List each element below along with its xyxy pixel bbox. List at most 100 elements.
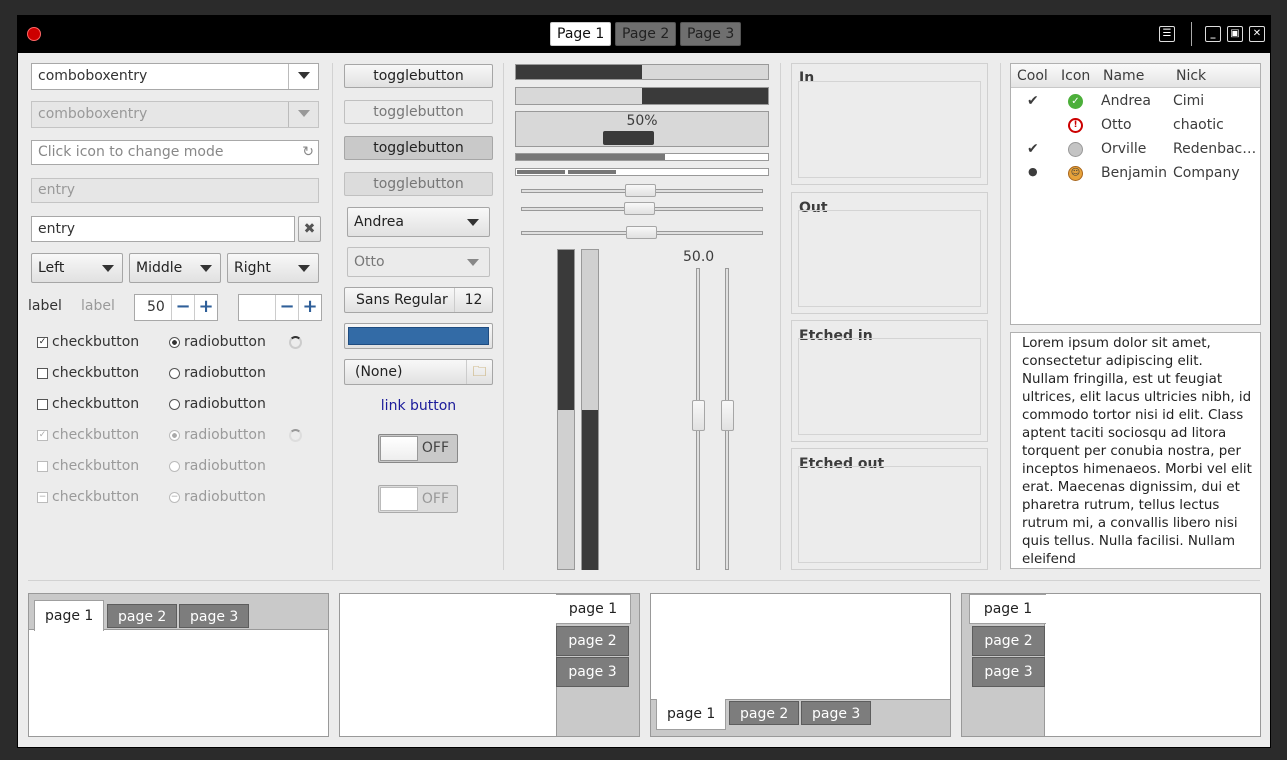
- togglebutton-1[interactable]: togglebutton: [344, 64, 493, 88]
- entry[interactable]: entry: [31, 216, 295, 242]
- togglebutton-3[interactable]: togglebutton: [344, 136, 493, 160]
- dropdown-left[interactable]: Left: [31, 253, 123, 283]
- maximize-icon[interactable]: ▣: [1227, 26, 1243, 42]
- dropdown-middle[interactable]: Middle: [129, 253, 221, 283]
- radio-inconsistent: −: [169, 492, 180, 503]
- folder-icon: 🗀: [466, 360, 492, 384]
- spin-plus-icon[interactable]: +: [298, 295, 321, 320]
- row-cool[interactable]: ✔: [1027, 93, 1039, 109]
- tree-view[interactable]: Cool Icon Name Nick ✔ ✓ Andrea Cimi ! Ot…: [1010, 63, 1261, 325]
- header-tab-page2[interactable]: Page 2: [615, 22, 677, 46]
- tab-page3[interactable]: page 3: [179, 604, 250, 628]
- refresh-icon[interactable]: ↻: [302, 141, 314, 164]
- disabled-entry: entry: [31, 178, 319, 203]
- header-tab-page3[interactable]: Page 3: [680, 22, 742, 46]
- tab-page3[interactable]: page 3: [801, 701, 872, 725]
- disabled-icon: [1068, 142, 1083, 157]
- tab-page1[interactable]: page 1: [969, 594, 1046, 624]
- checkbutton-label: checkbutton: [52, 458, 140, 474]
- row-nick: chaotic: [1173, 117, 1224, 133]
- file-none-label: (None): [355, 364, 403, 380]
- col-header-cool[interactable]: Cool: [1017, 68, 1048, 84]
- dropdown-left-label: Left: [38, 260, 65, 276]
- frame-in: In: [791, 63, 988, 185]
- level-bar-1: [515, 153, 769, 161]
- chevron-down-icon: [467, 208, 479, 236]
- header-separator: [1191, 22, 1192, 46]
- col-header-nick[interactable]: Nick: [1176, 68, 1206, 84]
- col-header-name[interactable]: Name: [1103, 68, 1144, 84]
- notebook-right: page 1 page 2 page 3: [339, 593, 640, 737]
- checkbox[interactable]: [37, 399, 48, 410]
- comboboxentry-1[interactable]: comboboxentry: [31, 63, 319, 90]
- frame-etched-in: Etched in: [791, 320, 988, 442]
- progress-fill: [516, 65, 642, 79]
- hscale-3-slider[interactable]: [626, 226, 657, 239]
- spin-minus-icon[interactable]: −: [171, 295, 194, 320]
- minimize-icon[interactable]: _: [1205, 26, 1221, 42]
- comboboxentry-1-text: comboboxentry: [38, 68, 148, 84]
- row-name: Andrea: [1101, 93, 1151, 109]
- switch-1-knob: [380, 436, 418, 461]
- tab-page3[interactable]: page 3: [972, 657, 1045, 687]
- radio-selected[interactable]: [169, 337, 180, 348]
- combo-andrea[interactable]: Andrea: [347, 207, 490, 237]
- tab-page3[interactable]: page 3: [556, 657, 629, 687]
- radio[interactable]: [169, 368, 180, 379]
- checkbutton-label: checkbutton: [52, 334, 140, 350]
- hscale-1-slider[interactable]: [625, 184, 656, 197]
- checkbutton-label: checkbutton: [52, 396, 140, 412]
- col-header-icon[interactable]: Icon: [1061, 68, 1090, 84]
- tab-page2[interactable]: page 2: [556, 626, 629, 656]
- switch-2: OFF: [378, 485, 458, 513]
- row-cool[interactable]: ●: [1028, 165, 1038, 178]
- close-dot-icon[interactable]: [27, 27, 41, 41]
- file-chooser-button[interactable]: (None) 🗀: [344, 359, 493, 385]
- tab-page2[interactable]: page 2: [107, 604, 178, 628]
- checkbox-disabled: [37, 461, 48, 472]
- tab-page1[interactable]: page 1: [556, 594, 631, 624]
- menu-icon[interactable]: ☰: [1159, 26, 1175, 42]
- vscale-1-slider[interactable]: [692, 400, 705, 431]
- spinner-icon: [289, 336, 302, 349]
- vscale-value: 50.0: [683, 249, 715, 265]
- chevron-down-icon[interactable]: [288, 64, 318, 89]
- font-button[interactable]: Sans Regular 12: [344, 287, 493, 313]
- progress-percent: 50%: [626, 113, 658, 129]
- checkbox[interactable]: [37, 368, 48, 379]
- text-view[interactable]: Lorem ipsum dolor sit amet, consectetur …: [1010, 332, 1261, 569]
- close-icon[interactable]: ✕: [1249, 26, 1265, 42]
- vprogress-fill: [582, 410, 598, 570]
- radio-disabled-selected: [169, 430, 180, 441]
- checkbutton-label: checkbutton: [52, 427, 140, 443]
- tab-page1[interactable]: page 1: [34, 600, 105, 631]
- row-name: Otto: [1101, 117, 1132, 133]
- dropdown-middle-label: Middle: [136, 260, 183, 276]
- checkbox-checked[interactable]: ✓: [37, 337, 48, 348]
- spinner-icon: [289, 429, 302, 442]
- row-cool[interactable]: ✔: [1027, 141, 1039, 157]
- chevron-down-icon: [288, 102, 318, 127]
- radio[interactable]: [169, 399, 180, 410]
- togglebutton-4: togglebutton: [344, 172, 493, 196]
- level-fill: [516, 154, 665, 160]
- tab-page1[interactable]: page 1: [656, 699, 727, 730]
- vprogress-fill: [558, 250, 574, 410]
- icon-mode-entry[interactable]: Click icon to change mode ↻: [31, 140, 319, 165]
- vscale-2-slider[interactable]: [721, 400, 734, 431]
- spin-plus-icon[interactable]: +: [194, 295, 217, 320]
- tab-page2[interactable]: page 2: [729, 701, 800, 725]
- header-tab-page1[interactable]: Page 1: [550, 22, 612, 46]
- checkbox-inconsistent: −: [37, 492, 48, 503]
- togglebutton-2: togglebutton: [344, 100, 493, 124]
- clear-icon[interactable]: ✖: [298, 216, 321, 242]
- tab-page2[interactable]: page 2: [972, 626, 1045, 656]
- switch-1[interactable]: OFF: [378, 434, 458, 463]
- dropdown-right[interactable]: Right: [227, 253, 319, 283]
- color-button[interactable]: [344, 323, 493, 349]
- label-1: label: [28, 298, 62, 314]
- link-button[interactable]: link button: [344, 398, 493, 414]
- chevron-down-icon: [102, 254, 114, 282]
- spin-minus-icon[interactable]: −: [275, 295, 298, 320]
- hscale-2-slider[interactable]: [624, 202, 655, 215]
